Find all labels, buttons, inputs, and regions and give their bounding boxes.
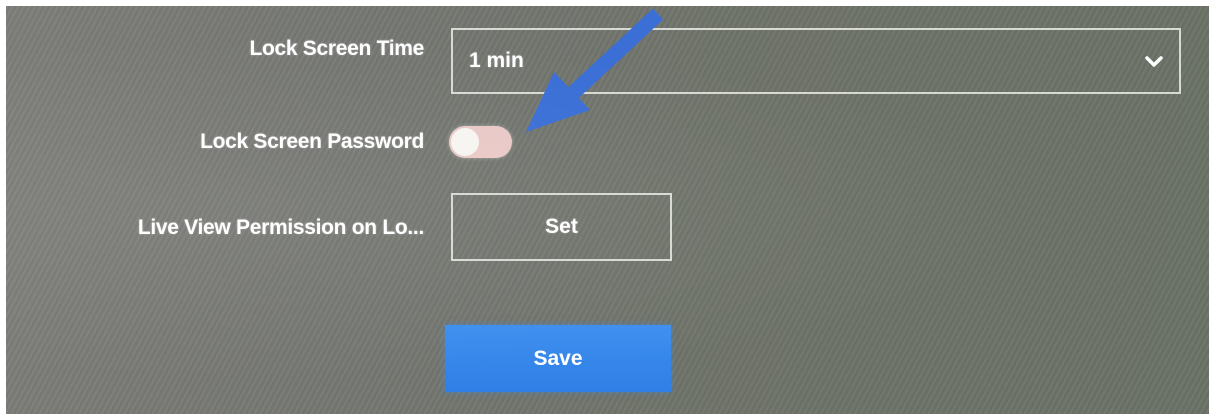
lock-screen-password-toggle[interactable] bbox=[449, 126, 512, 158]
toggle-knob bbox=[451, 128, 479, 156]
save-button-label: Save bbox=[533, 346, 583, 370]
lock-screen-time-select[interactable]: 1 min bbox=[451, 28, 1181, 94]
lock-screen-password-label: Lock Screen Password bbox=[200, 130, 424, 153]
set-button-label: Set bbox=[545, 215, 578, 238]
chevron-down-icon bbox=[1145, 56, 1163, 67]
live-view-permission-label: Live View Permission on Lo... bbox=[137, 216, 424, 239]
save-button[interactable]: Save bbox=[445, 325, 671, 392]
lock-screen-time-label: Lock Screen Time bbox=[249, 37, 424, 60]
lock-screen-time-value: 1 min bbox=[469, 49, 524, 72]
live-view-permission-set-button[interactable]: Set bbox=[451, 193, 672, 261]
settings-screen: Lock Screen Time 1 min Lock Screen Passw… bbox=[6, 6, 1209, 414]
